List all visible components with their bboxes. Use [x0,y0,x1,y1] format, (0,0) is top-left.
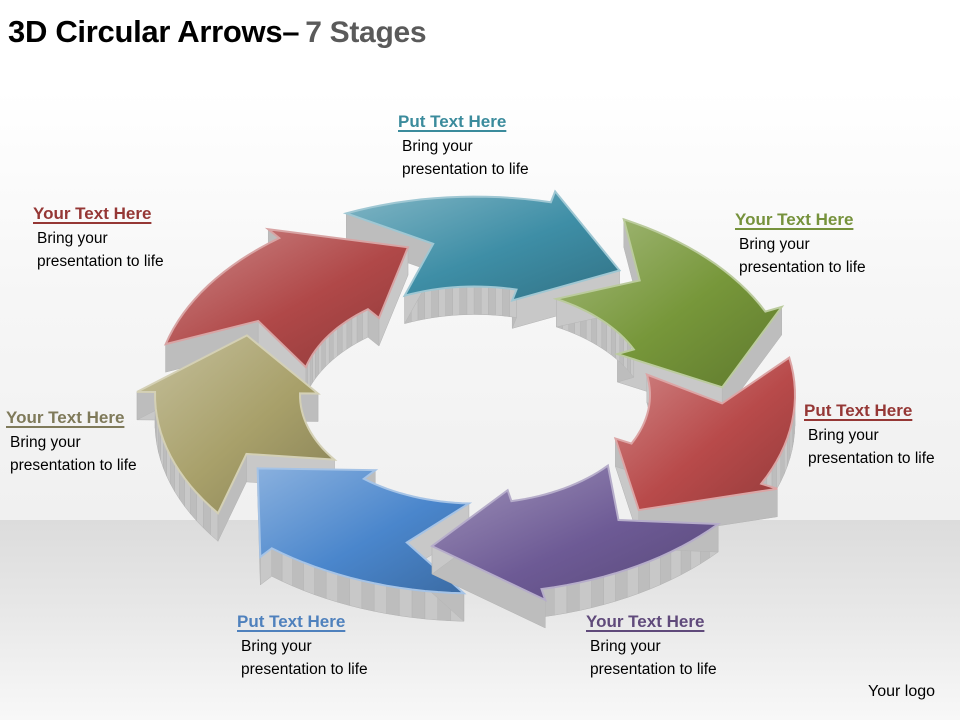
arrow-side-wall [579,579,592,611]
arrow-side-wall [596,316,603,349]
stage-description: Bring your presentation to life [590,638,717,678]
stage-label-1: Put Text Here Bring your presentation to … [398,112,529,181]
arrow-side-wall [337,323,343,357]
arrow-side-wall [626,565,639,598]
stage-heading: Put Text Here [398,112,507,131]
arrow-side-wall [488,286,496,316]
arrow-side-wall [361,580,375,612]
stage-description: Bring your presentation to life [10,434,137,474]
arrow-side-wall [341,320,348,353]
arrow-side-wall [303,562,315,596]
arrow-side-wall [321,338,326,372]
arrow-tops [136,189,796,629]
arrow-side-wall [615,329,620,363]
arrow-side-wall [601,319,607,352]
arrow-side-wall [610,326,616,359]
stage-description: Bring your presentation to life [402,138,529,178]
arrow-side-wall [325,334,330,368]
stage-heading: Put Text Here [804,401,913,420]
arrow-side-wall [398,587,413,618]
arrow-side-wall [431,288,439,319]
arrow-side-wall [603,572,616,606]
arrow-side-wall [495,286,503,317]
arrow-side-wall [337,573,350,606]
stage-description: Bring your presentation to life [808,427,935,467]
arrow-side-wall [356,311,363,344]
arrow-side-wall [333,327,338,360]
stage-label-2: Your Text Here Bring your presentation to… [735,210,866,279]
arrow-side-wall [591,576,604,609]
arrow-side-wall [606,322,612,356]
arrow-side-wall [638,560,650,594]
arrow-side-wall [445,287,453,317]
arrow-side-wall [502,287,510,317]
circular-arrows-diagram [136,189,796,629]
stage-description: Bring your presentation to life [739,236,866,276]
arrow-side-wall [480,286,489,316]
arrow-side-wall [346,317,353,350]
arrow-side-wall [554,584,568,616]
arrow-side-wall [459,286,468,316]
stage-heading: Your Text Here [6,408,125,427]
stage-heading: Your Text Here [33,204,152,223]
logo-placeholder: Your logo [868,683,936,700]
arrow-side-wall [566,582,580,614]
arrow-side-wall [466,286,475,315]
arrow-side-wall [325,570,339,603]
stage-label-3: Put Text Here Bring your presentation to … [804,401,935,470]
arrow-side-wall [386,585,400,617]
arrow-side-wall [349,577,363,609]
arrow-side-wall [362,308,369,341]
arrow-side-wall [473,286,482,315]
stage-heading: Put Text Here [237,612,346,631]
stage-label-4: Your Text Here Bring your presentation to… [586,612,717,681]
arrow-side-wall [314,566,327,599]
arrow-side-wall [615,569,628,602]
stage-heading: Your Text Here [735,210,854,229]
stage-label-7: Your Text Here Bring your presentation to… [33,204,164,273]
arrow-side-wall [424,289,432,320]
arrow-side-wall [351,314,358,347]
arrow-side-wall [373,582,387,614]
stage-heading: Your Text Here [586,612,705,631]
stage-description: Bring your presentation to life [241,638,368,678]
stage-description: Bring your presentation to life [37,230,164,270]
stage-label-5: Put Text Here Bring your presentation to … [237,612,368,681]
arrow-side-wall [411,589,426,620]
arrow-side-wall [452,286,460,316]
arrow-side-wall [619,333,624,367]
arrow-side-wall [438,287,446,318]
arrow-side-wall [328,330,334,364]
stage-label-6: Your Text Here Bring your presentation to… [6,408,137,477]
